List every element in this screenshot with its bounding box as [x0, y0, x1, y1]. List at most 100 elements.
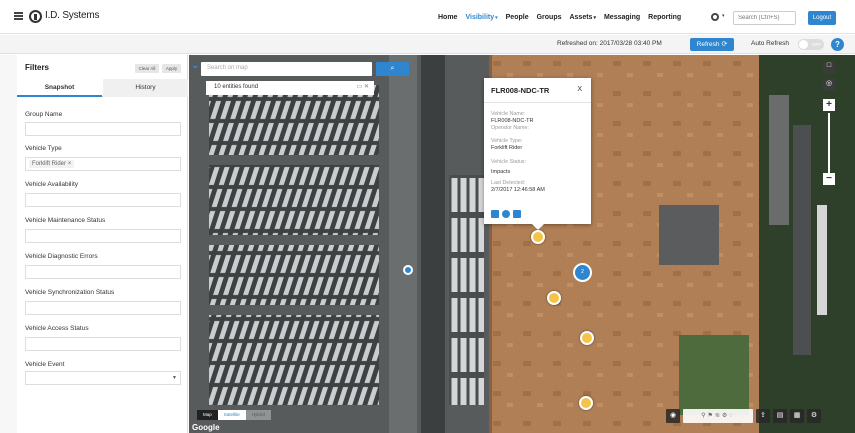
zoom-slider-track[interactable] [828, 113, 830, 173]
nav-reporting[interactable]: Reporting [648, 14, 689, 21]
clear-all-button[interactable]: Clear All [135, 64, 159, 73]
vehicle-type-popup-label: Vehicle Type: [491, 138, 523, 144]
menu-icon[interactable] [14, 12, 23, 20]
vehicle-type-label: Vehicle Type [25, 145, 62, 152]
vehicle-sync-input[interactable] [25, 301, 181, 315]
map-type-map[interactable]: Map [197, 410, 218, 420]
divider [484, 102, 591, 103]
vehicle-event-select[interactable]: ▼ [25, 371, 181, 385]
gear-icon[interactable] [711, 13, 719, 21]
filter-icon[interactable]: ⏷ [192, 63, 198, 73]
logo-icon [29, 10, 42, 23]
play-icon[interactable] [502, 210, 510, 218]
auto-refresh-label: Auto Refresh [751, 40, 789, 47]
operator-name-label: Operator Name: [491, 125, 529, 131]
nav-items: Home Visibility▾ People Groups Assets▾ M… [438, 0, 689, 34]
refresh-icon: ⟳ [721, 41, 728, 48]
locate-icon[interactable]: ◎ [823, 79, 835, 91]
edit-icon[interactable] [513, 210, 521, 218]
tab-snapshot[interactable]: Snapshot [17, 79, 102, 97]
group-name-label: Group Name [25, 111, 63, 118]
vehicle-name-label: Vehicle Name: [491, 111, 526, 117]
search-icon: ⌕ [390, 65, 395, 72]
vehicle-availability-input[interactable] [25, 193, 181, 207]
location-marker[interactable] [403, 265, 413, 275]
fullscreen-icon[interactable]: □ [823, 62, 835, 74]
nav-messaging[interactable]: Messaging [604, 14, 648, 21]
vehicle-marker[interactable] [531, 230, 545, 244]
map-view[interactable]: ⏷ Search on map ⌕ 10 entities found ▭ ✕ … [189, 55, 855, 433]
vehicle-type-chip[interactable]: Forklift Rider × [29, 160, 75, 168]
refresh-bar: Refreshed on: 2017/03/28 03:40 PM Refres… [0, 35, 855, 54]
group-name-input[interactable] [25, 122, 181, 136]
chevron-down-icon: ▾ [593, 14, 596, 21]
last-detected-label: Last Detected: [491, 180, 526, 186]
chevron-down-icon[interactable]: ▾ [722, 13, 725, 19]
vehicle-type-input[interactable]: Forklift Rider × [25, 157, 181, 171]
vehicle-maintenance-input[interactable] [25, 229, 181, 243]
globe-icon[interactable]: ◉ [666, 409, 680, 423]
last-detected-value: 2/7/2017 12:46:58 AM [491, 187, 545, 193]
map-type-hybrid[interactable]: Hybrid [245, 410, 271, 420]
vehicle-status-label: Vehicle Status: [491, 159, 527, 165]
map-search-input[interactable]: Search on map [201, 62, 372, 76]
map-tools: ◉ ⚲⚑≋⚙◌ ⇪ ▤ ▦ ⚙ [666, 409, 821, 423]
map-type-switcher: Map Satellite Hybrid [197, 410, 271, 420]
vehicle-name-value: FLR008-NDC-TR [491, 118, 534, 124]
filters-panel: Filters Clear All Apply Snapshot History… [17, 55, 188, 433]
help-icon[interactable]: ? [831, 38, 844, 51]
top-nav: I.D. Systems Home Visibility▾ People Gro… [0, 0, 855, 34]
popup-close-button[interactable]: X [577, 86, 582, 93]
vehicle-marker[interactable] [579, 396, 593, 410]
popup-title: FLR008-NDC-TR [491, 86, 550, 95]
vehicle-sync-label: Vehicle Synchronization Status [25, 289, 115, 296]
vehicle-status-value: Impacts [491, 169, 511, 175]
close-icon[interactable]: ✕ [364, 84, 369, 90]
layer-filter-icons[interactable]: ⚲⚑≋⚙◌ [683, 409, 753, 423]
vehicle-event-label: Vehicle Event [25, 361, 65, 368]
vehicle-diagnostic-label: Vehicle Diagnostic Errors [25, 253, 98, 260]
chevron-down-icon: ▾ [495, 14, 498, 21]
global-search-input[interactable] [733, 11, 796, 25]
auto-refresh-toggle[interactable]: OFF [798, 39, 824, 50]
apply-button[interactable]: Apply [162, 64, 181, 73]
close-icon[interactable]: × [68, 161, 72, 167]
nav-assets[interactable]: Assets▾ [569, 14, 603, 21]
entities-found-bar: 10 entities found ▭ ✕ [206, 81, 374, 95]
vehicle-access-input[interactable] [25, 337, 181, 351]
logout-button[interactable]: Logout [808, 11, 836, 25]
print-icon[interactable]: ▤ [773, 409, 787, 423]
vehicle-cluster-marker[interactable]: 2 [573, 263, 592, 282]
refreshed-timestamp: Refreshed on: 2017/03/28 03:40 PM [557, 40, 662, 47]
vehicle-maintenance-label: Vehicle Maintenance Status [25, 217, 106, 224]
nav-visibility[interactable]: Visibility▾ [465, 14, 505, 21]
entities-count: 10 entities found [214, 84, 259, 90]
refresh-button[interactable]: Refresh ⟳ [690, 38, 734, 51]
zoom-out-button[interactable]: − [823, 173, 835, 185]
chevron-down-icon: ▼ [172, 375, 177, 381]
google-attribution: Google [192, 423, 220, 432]
vehicle-access-label: Vehicle Access Status [25, 325, 89, 332]
share-icon[interactable]: ⇪ [756, 409, 770, 423]
message-icon[interactable] [491, 210, 499, 218]
popup-actions [491, 210, 521, 218]
vehicle-type-value: Forklift Rider [491, 145, 523, 151]
nav-home[interactable]: Home [438, 14, 465, 21]
vehicle-marker[interactable] [580, 331, 594, 345]
left-gutter [0, 55, 17, 433]
vehicle-marker[interactable] [547, 291, 561, 305]
nav-visibility-label: Visibility [465, 13, 495, 21]
nav-groups[interactable]: Groups [537, 14, 570, 21]
window-icon[interactable]: ▭ [357, 84, 363, 90]
map-search-button[interactable]: ⌕ [376, 62, 409, 76]
map-type-satellite[interactable]: Satellite [217, 410, 246, 420]
tab-history[interactable]: History [103, 79, 188, 97]
app-logo: I.D. Systems [45, 10, 100, 21]
nav-people[interactable]: People [506, 14, 537, 21]
zoom-in-button[interactable]: + [823, 99, 835, 111]
map-icon[interactable]: ▦ [790, 409, 804, 423]
gear-icon[interactable]: ⚙ [807, 409, 821, 423]
vehicle-diagnostic-input[interactable] [25, 265, 181, 279]
filter-tabs: Snapshot History [17, 79, 188, 97]
nav-assets-label: Assets [569, 13, 593, 21]
